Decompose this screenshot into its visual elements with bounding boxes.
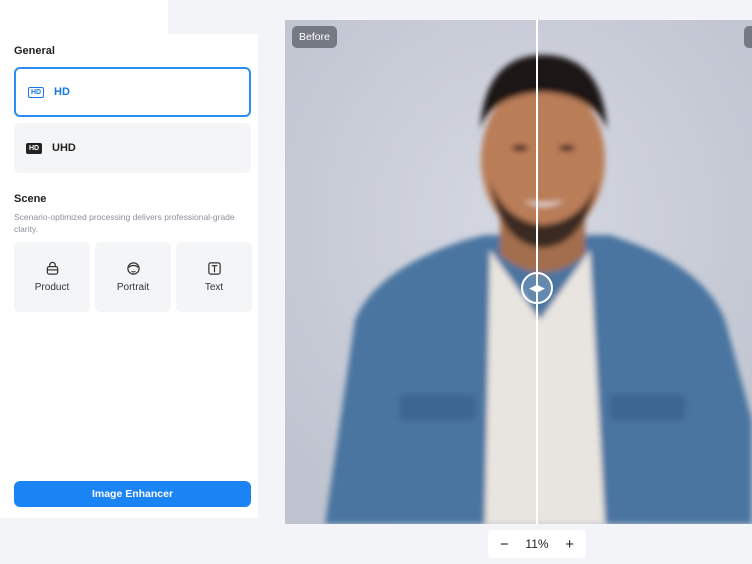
zoom-in-button[interactable]: +	[565, 537, 574, 552]
zoom-level: 11%	[525, 537, 549, 551]
scene-card-portrait[interactable]: Portrait	[95, 242, 171, 312]
image-enhancer-button[interactable]: Image Enhancer	[14, 481, 251, 507]
quality-option-uhd[interactable]: HD UHD	[14, 123, 251, 173]
bag-icon	[46, 261, 58, 275]
scene-card-product[interactable]: Product	[14, 242, 90, 312]
uhd-icon: HD	[26, 142, 42, 154]
portrait-photo	[285, 20, 752, 524]
quality-option-label: UHD	[52, 142, 76, 154]
scene-description: Scenario-optimized processing delivers p…	[14, 212, 235, 234]
arrow-left-icon: ◀	[529, 282, 536, 293]
compare-slider-handle[interactable]: ◀ ▶	[521, 272, 553, 304]
settings-panel: General HD HD HD UHD Scene Scenario-opti…	[0, 34, 258, 518]
quality-option-hd[interactable]: HD HD	[14, 67, 251, 117]
scene-card-label: Product	[34, 282, 70, 293]
quality-option-label: HD	[54, 86, 70, 98]
image-preview[interactable]: Before ◀ ▶	[285, 20, 752, 524]
top-strip	[0, 0, 168, 34]
hd-icon: HD	[28, 86, 44, 98]
general-section-title: General	[14, 45, 55, 57]
text-t-icon	[207, 262, 221, 275]
after-label	[744, 26, 752, 48]
scene-card-label: Portrait	[116, 282, 150, 293]
zoom-control: − 11% +	[488, 530, 586, 558]
scene-card-label: Text	[204, 282, 224, 293]
arrow-right-icon: ▶	[538, 282, 545, 293]
face-icon	[126, 262, 140, 275]
scene-section-title: Scene	[14, 193, 47, 205]
before-label: Before	[292, 26, 337, 48]
scene-card-text[interactable]: Text	[176, 242, 252, 312]
zoom-out-button[interactable]: −	[500, 537, 509, 552]
